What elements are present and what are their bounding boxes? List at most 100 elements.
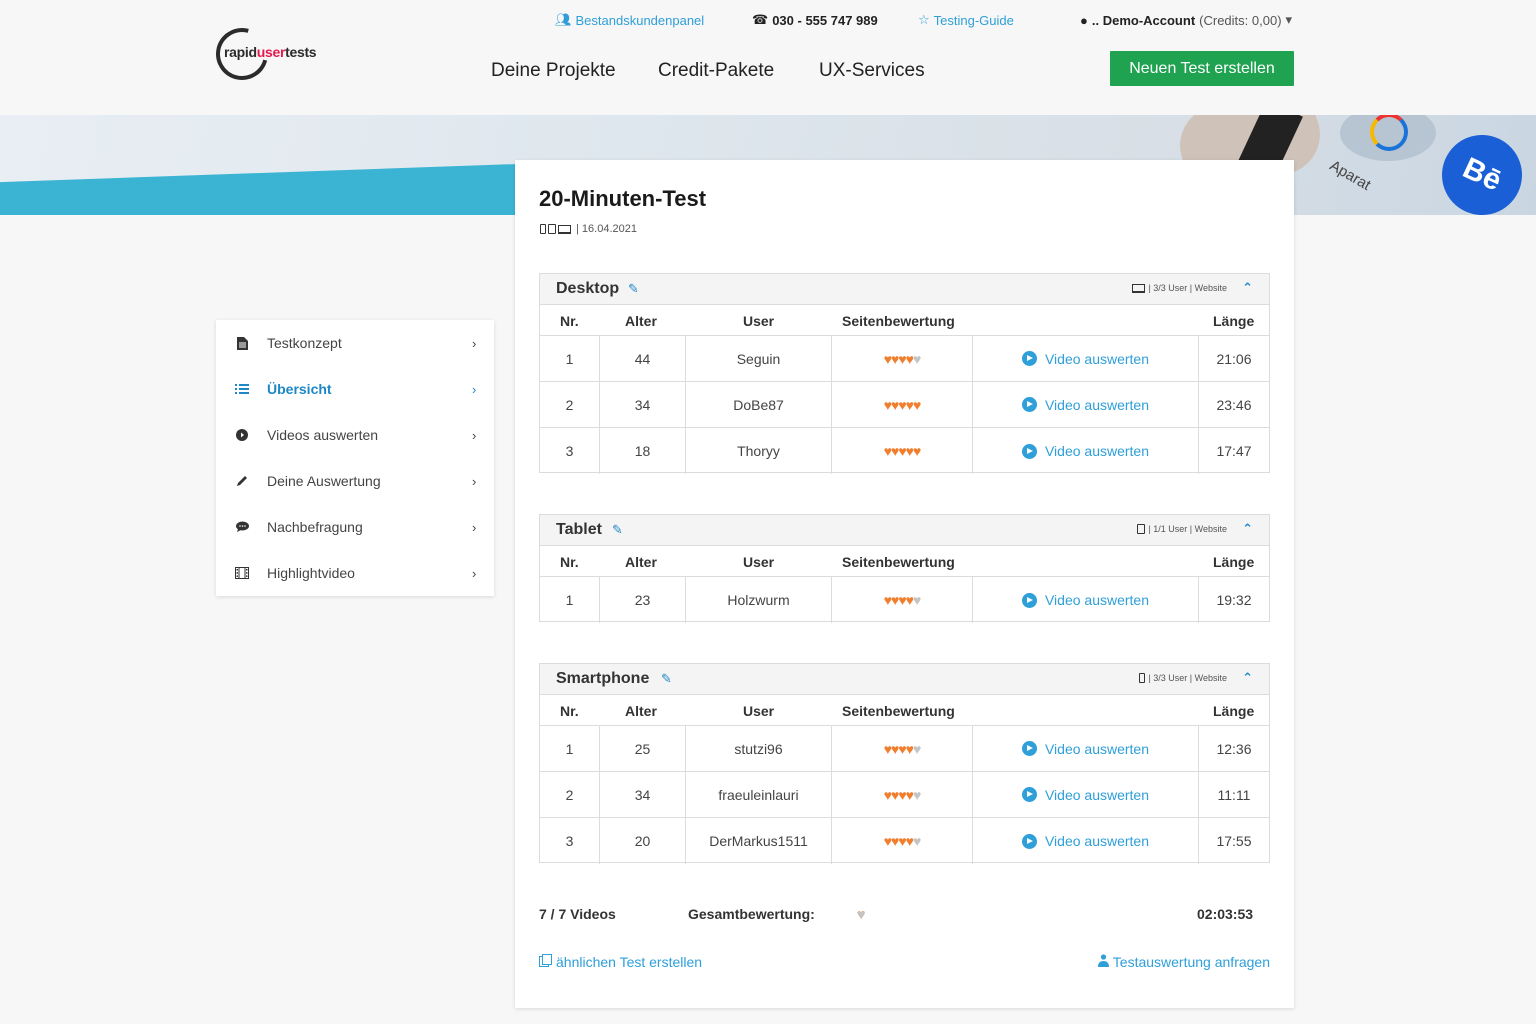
rating-hearts: ♥ ♥ ♥ ♥ ♥ [832, 428, 973, 474]
lightbulb-icon: ☆ [918, 12, 930, 27]
heart-filled-icon: ♥ [905, 833, 914, 849]
table-row: 1 25 stutzi96 ♥ ♥ ♥ ♥ ♥ Video auswerten 12:3… [540, 726, 1269, 772]
total-length: 02:03:53 [1197, 906, 1254, 922]
nav-credit-packages[interactable]: Credit-Pakete [658, 60, 774, 82]
collapse-chevron-icon[interactable]: ⌃ [1242, 521, 1253, 537]
create-test-button[interactable]: Neuen Test erstellen [1110, 51, 1294, 86]
heart-empty-icon: ♥ [912, 786, 921, 803]
banner-app-label: Aparat [1326, 157, 1374, 194]
sidebar-item-testkonzept[interactable]: Testkonzept › [216, 320, 494, 366]
video-evaluate-link[interactable]: Video auswerten [1021, 833, 1149, 849]
play-icon [1021, 833, 1037, 849]
heart-filled-icon: ♥ [912, 443, 921, 459]
video-evaluate-link[interactable]: Video auswerten [1021, 741, 1149, 757]
rating-hearts: ♥ ♥ ♥ ♥ ♥ [832, 726, 973, 771]
banner-wave [0, 163, 540, 215]
desktop-icon [558, 224, 571, 234]
sidebar-item-auswertung[interactable]: Deine Auswertung › [216, 458, 494, 504]
sidebar-item-videos[interactable]: Videos auswerten › [216, 412, 494, 458]
overview-card: 20-Minuten-Test | 16.04.2021 Desktop ✎ |… [515, 160, 1294, 1008]
users-icon: 👥︎ [555, 12, 572, 27]
section-smartphone: Smartphone ✎ | 3/3 User | Website ⌃ Nr. … [539, 663, 1270, 864]
heart-filled-icon: ♥ [891, 786, 899, 803]
video-count: 7 / 7 Videos [539, 906, 616, 922]
account-menu[interactable]: ● .. Demo-Account (Credits: 0,00) ▾ [1080, 12, 1292, 28]
section-title: Tablet [556, 521, 602, 538]
chevron-right-icon: › [472, 427, 477, 443]
pencil-icon [234, 473, 250, 489]
heart-filled-icon: ♥ [905, 396, 914, 413]
chevron-right-icon: › [472, 519, 477, 535]
play-icon [1021, 397, 1037, 412]
request-evaluation-link[interactable]: Testauswertung anfragen [1097, 954, 1270, 970]
heart-filled-icon: ♥ [883, 443, 892, 459]
desktop-icon [1132, 283, 1146, 293]
logo[interactable]: rapidusertests [206, 18, 336, 90]
heart-filled-icon: ♥ [905, 786, 914, 803]
section-header: Smartphone ✎ | 3/3 User | Website ⌃ [540, 664, 1269, 695]
edit-pencil-icon[interactable]: ✎ [661, 671, 672, 687]
heart-filled-icon: ♥ [905, 740, 914, 757]
customer-panel-link[interactable]: 👥︎ Bestandskundenpanel [555, 12, 704, 28]
play-icon [1021, 592, 1037, 608]
collapse-chevron-icon[interactable]: ⌃ [1242, 670, 1253, 686]
section-title: Smartphone [556, 670, 650, 687]
play-icon [1021, 787, 1037, 802]
heart-filled-icon: ♥ [883, 740, 892, 757]
play-icon [1021, 351, 1037, 366]
video-evaluate-link[interactable]: Video auswerten [1021, 443, 1149, 459]
sidebar-item-highlightvideo[interactable]: Highlightvideo › [216, 550, 494, 596]
edit-pencil-icon[interactable]: ✎ [612, 522, 623, 538]
heart-filled-icon: ♥ [883, 786, 892, 803]
table-header: Nr. Alter User Seitenbewertung Länge [540, 305, 1269, 336]
user-icon: ● [1080, 12, 1088, 28]
play-icon [1021, 741, 1037, 756]
phone-number: ☎︎ 030 - 555 747 989 [752, 12, 878, 28]
video-evaluate-link[interactable]: Video auswerten [1021, 351, 1149, 367]
section-desktop: Desktop ✎ | 3/3 User | Website ⌃ Nr. Alt… [539, 273, 1270, 474]
chevron-right-icon: › [472, 381, 477, 397]
behance-app-icon: Bē [1428, 121, 1536, 215]
list-icon [234, 381, 250, 397]
heart-filled-icon: ♥ [905, 350, 914, 367]
heart-filled-icon: ♥ [912, 396, 921, 413]
create-similar-test-link[interactable]: ähnlichen Test erstellen [539, 954, 702, 970]
overall-rating-label: Gesamtbewertung: [688, 906, 815, 922]
nav-projects[interactable]: Deine Projekte [491, 60, 616, 82]
heart-empty-icon: ♥ [857, 906, 865, 922]
collapse-chevron-icon[interactable]: ⌃ [1242, 280, 1253, 296]
sidebar-item-nachbefragung[interactable]: Nachbefragung › [216, 504, 494, 550]
speech-bubble-icon [234, 519, 250, 535]
smartphone-icon [540, 224, 546, 234]
sidebar-item-uebersicht[interactable]: Übersicht › [216, 366, 494, 412]
caret-down-icon: ▾ [1285, 12, 1293, 27]
heart-filled-icon: ♥ [891, 350, 899, 367]
heart-filled-icon: ♥ [883, 350, 892, 367]
copy-icon [539, 954, 552, 970]
video-evaluate-link[interactable]: Video auswerten [1021, 397, 1149, 413]
section-tablet: Tablet ✎ | 1/1 User | Website ⌃ Nr. Alte… [539, 514, 1270, 623]
video-evaluate-link[interactable]: Video auswerten [1021, 787, 1149, 803]
edit-pencil-icon[interactable]: ✎ [628, 281, 639, 297]
rating-hearts: ♥ ♥ ♥ ♥ ♥ [832, 577, 973, 623]
video-evaluate-link[interactable]: Video auswerten [1021, 592, 1149, 608]
heart-empty-icon: ♥ [912, 740, 921, 757]
tablet-icon [548, 224, 556, 234]
nav-ux-services[interactable]: UX-Services [819, 60, 925, 82]
section-header: Desktop ✎ | 3/3 User | Website ⌃ [540, 274, 1269, 305]
heart-empty-icon: ♥ [912, 592, 921, 608]
user-tie-icon [1097, 954, 1109, 970]
tablet-icon [1137, 524, 1146, 534]
rating-hearts: ♥ ♥ ♥ ♥ ♥ [832, 818, 973, 864]
rating-hearts: ♥ ♥ ♥ ♥ ♥ [832, 382, 973, 427]
phone-icon: ☎︎ [752, 12, 769, 27]
section-title: Desktop [556, 280, 620, 297]
heart-filled-icon: ♥ [891, 740, 899, 757]
heart-filled-icon: ♥ [898, 350, 906, 367]
top-bar: rapidusertests 👥︎ Bestandskundenpanel ☎︎… [0, 0, 1536, 115]
play-circle-icon [234, 427, 250, 443]
section-info: | 3/3 User | Website [1139, 673, 1227, 683]
table-header: Nr. Alter User Seitenbewertung Länge [540, 695, 1269, 726]
testing-guide-link[interactable]: ☆ Testing-Guide [918, 12, 1014, 28]
film-icon [234, 565, 250, 581]
